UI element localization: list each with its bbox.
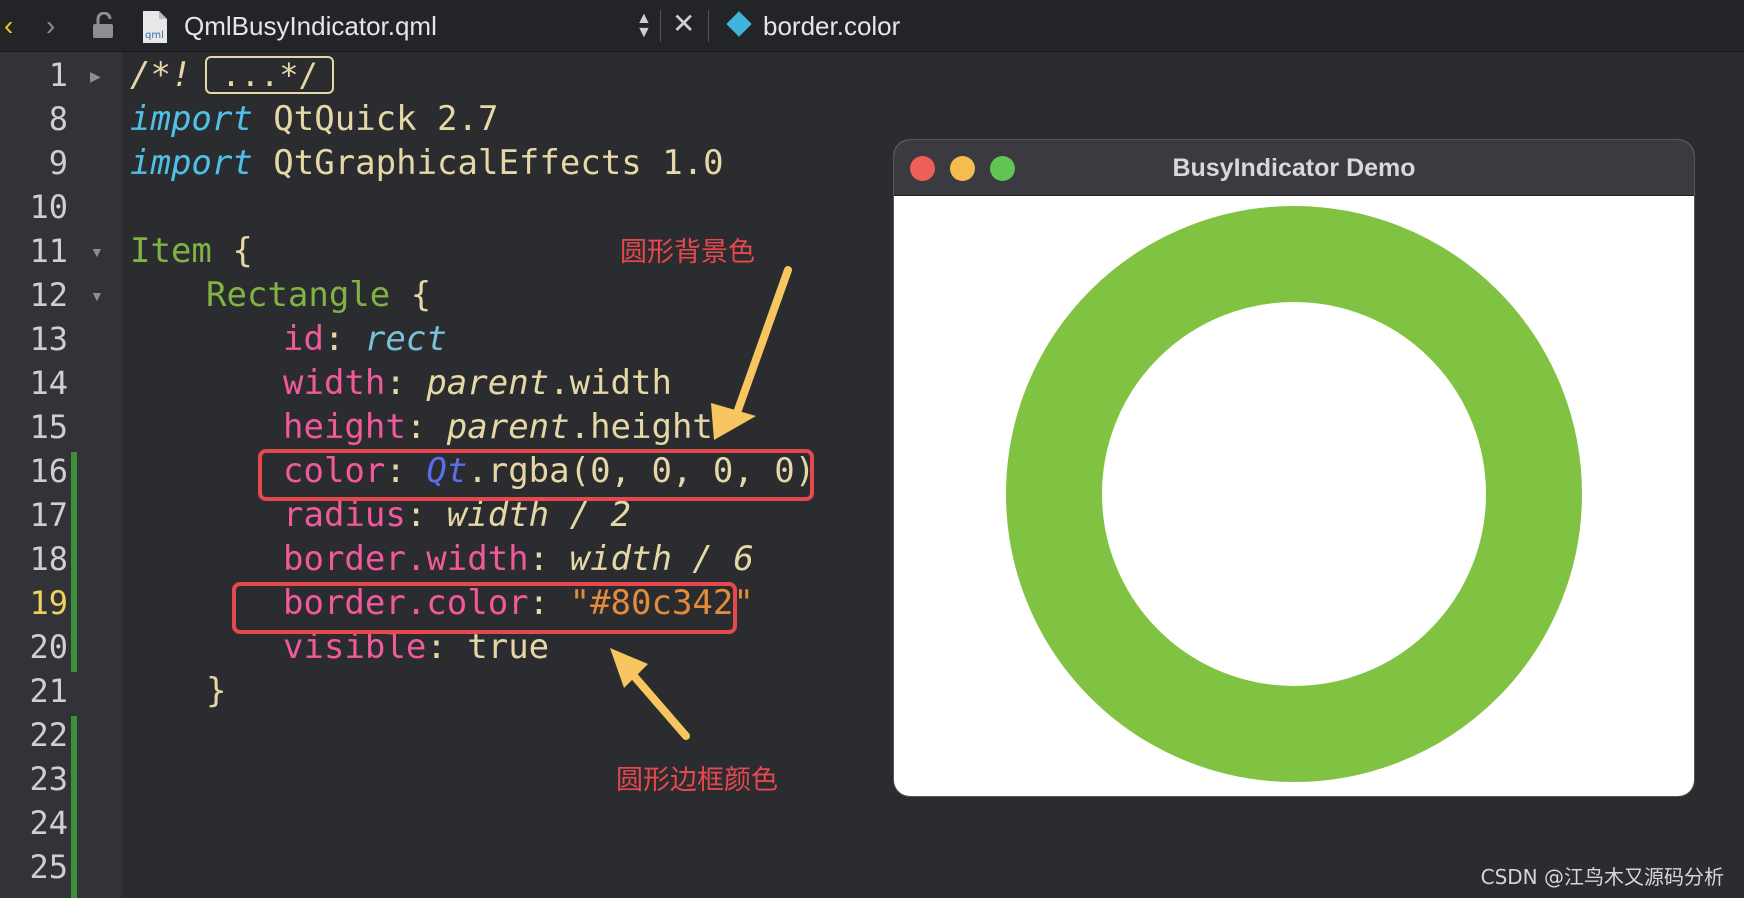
arrow-to-color-line — [711, 266, 792, 440]
window-title: BusyIndicator Demo — [1172, 154, 1416, 182]
busy-indicator-canvas — [1006, 206, 1582, 782]
window-titlebar: BusyIndicator Demo — [894, 140, 1694, 196]
preview-window: BusyIndicator Demo — [894, 140, 1694, 796]
watermark: CSDN @江鸟木又源码分析 — [1480, 865, 1724, 889]
arrow-to-border-color-line — [610, 648, 690, 740]
busy-indicator-ring — [1006, 206, 1582, 782]
